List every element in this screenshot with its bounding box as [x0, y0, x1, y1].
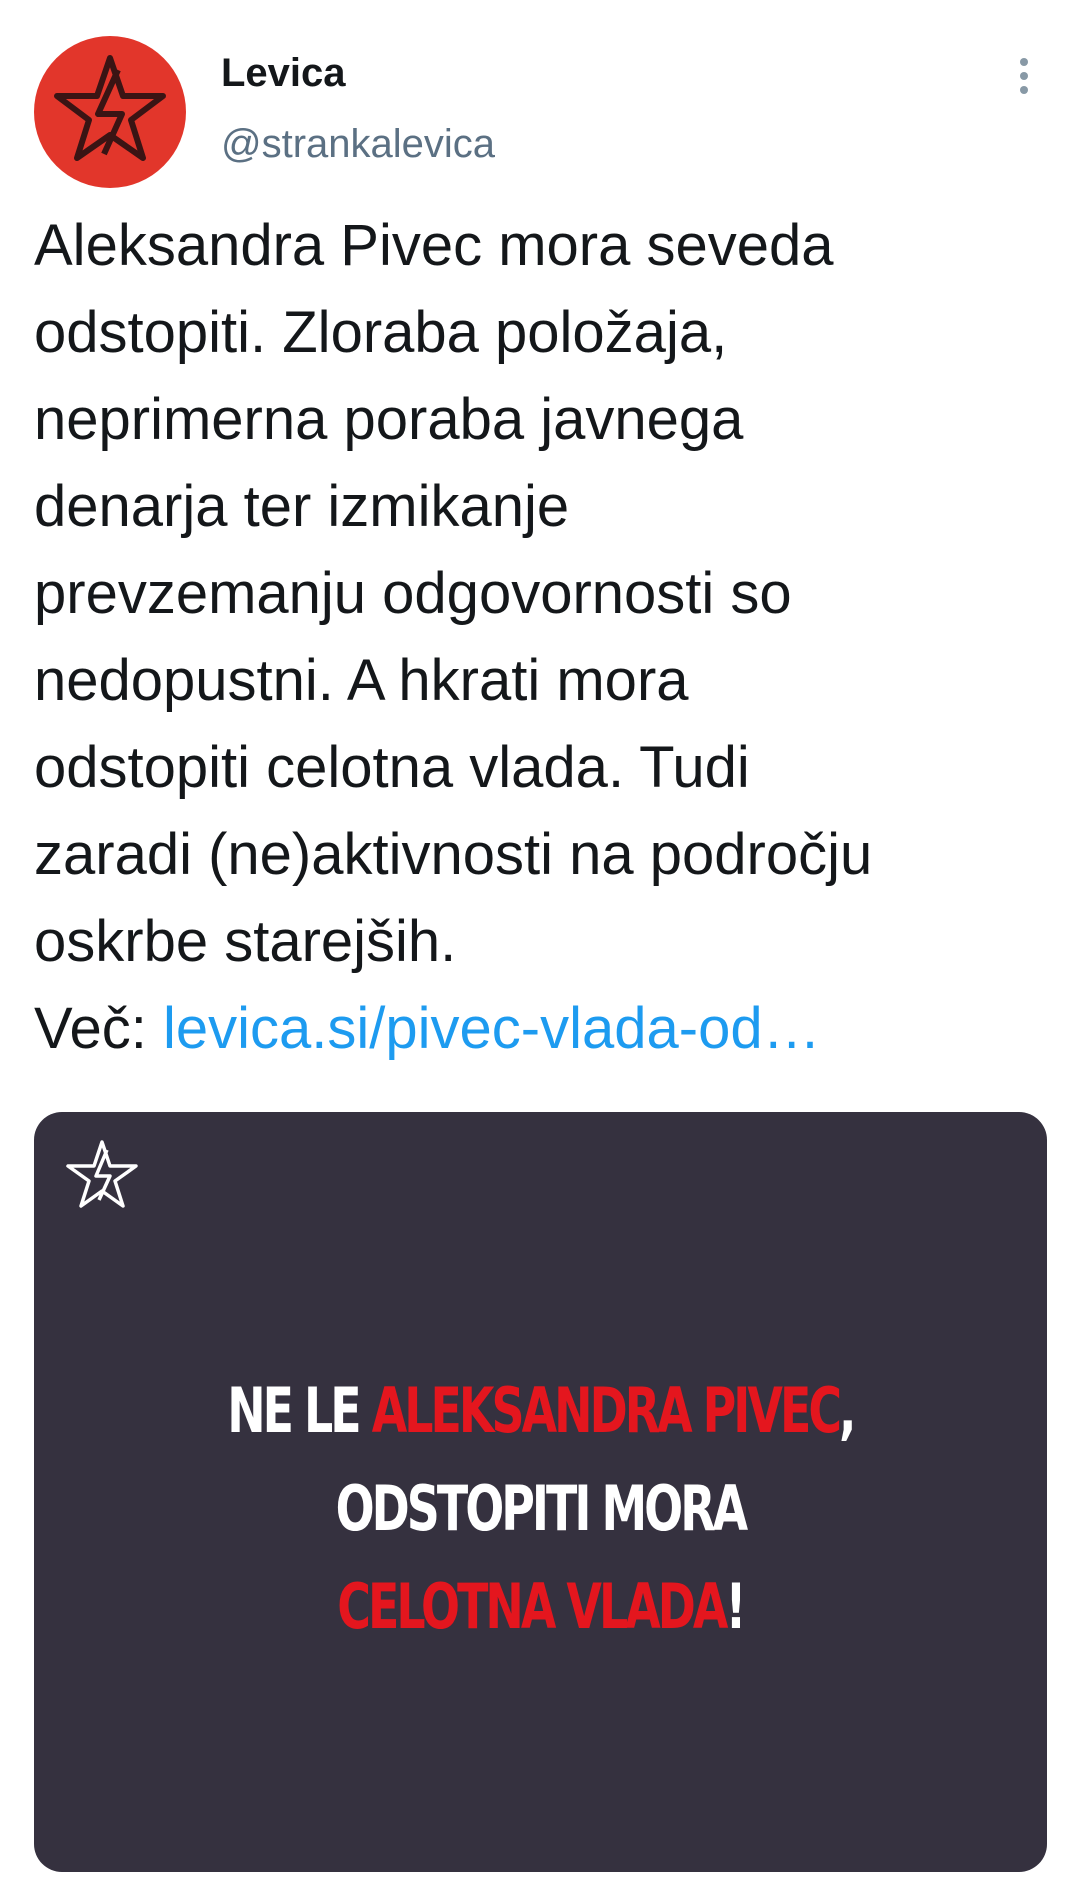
- headline-text: ,: [839, 1374, 856, 1447]
- tweet-text-line: odstopiti. Zloraba položaja,: [34, 300, 728, 365]
- article-link[interactable]: levica.si/pivec-vlada-od…: [163, 996, 821, 1061]
- media-headline: NE LE ALEKSANDRA PIVEC, ODSTOPITI MORA C…: [166, 1362, 916, 1656]
- author-handle[interactable]: @strankalevica: [221, 124, 495, 164]
- headline-line-3: CELOTNA VLADA!: [166, 1558, 916, 1656]
- headline-highlight: CELOTNA VLADA: [337, 1570, 728, 1643]
- tweet-text-line: odstopiti celotna vlada. Tudi: [34, 735, 750, 800]
- tweet-text-line: prevzemanju odgovornosti so: [34, 561, 792, 626]
- tweet-card: Levica @strankalevica Aleksandra Pivec m…: [0, 0, 1080, 1885]
- tweet-text-line: neprimerna poraba javnega: [34, 387, 744, 452]
- headline-highlight: ALEKSANDRA PIVEC: [371, 1374, 842, 1447]
- tweet-text-line: oskrbe starejših.: [34, 909, 457, 974]
- more-line: Več: levica.si/pivec-vlada-od…: [34, 985, 1044, 1072]
- headline-text: !: [725, 1570, 746, 1643]
- avatar[interactable]: [34, 36, 186, 188]
- tweet-media-image[interactable]: NE LE ALEKSANDRA PIVEC, ODSTOPITI MORA C…: [34, 1112, 1047, 1872]
- tweet-text-line: Aleksandra Pivec mora seveda: [34, 213, 834, 278]
- more-vertical-icon[interactable]: [1008, 58, 1040, 106]
- headline-line-2: ODSTOPITI MORA: [335, 1472, 748, 1545]
- white-star-logo-icon: [66, 1140, 138, 1208]
- tweet-text-line: zaradi (ne)aktivnosti na področju: [34, 822, 873, 887]
- tweet-text: Aleksandra Pivec mora seveda odstopiti. …: [34, 202, 1044, 1072]
- more-label: Več:: [34, 996, 163, 1061]
- author-name[interactable]: Levica: [221, 53, 346, 93]
- red-star-logo-icon: [54, 55, 166, 161]
- headline-text: NE LE: [227, 1374, 372, 1447]
- headline-line-1: NE LE ALEKSANDRA PIVEC,: [166, 1362, 916, 1460]
- tweet-text-line: nedopustni. A hkrati mora: [34, 648, 689, 713]
- tweet-text-line: denarja ter izmikanje: [34, 474, 570, 539]
